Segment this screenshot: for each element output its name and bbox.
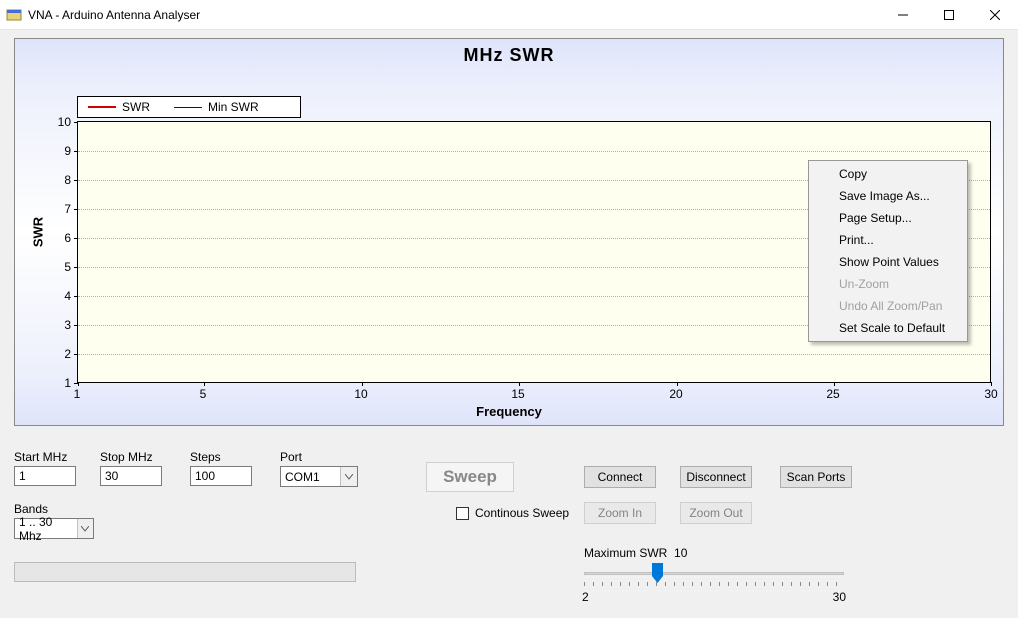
slider-track — [584, 572, 844, 575]
chart-ylabel: SWR — [31, 217, 46, 247]
connect-button[interactable]: Connect — [584, 466, 656, 488]
port-combo[interactable]: COM1 — [280, 466, 358, 487]
zoom-in-button: Zoom In — [584, 502, 656, 524]
label-stop-mhz: Stop MHz — [100, 450, 153, 464]
xtick: 1 — [62, 387, 92, 401]
chart-xlabel: Frequency — [15, 404, 1003, 419]
sweep-button[interactable]: Sweep — [426, 462, 514, 492]
zoom-in-button-label: Zoom In — [598, 506, 642, 520]
ytick: 9 — [47, 144, 71, 158]
ytick: 7 — [47, 202, 71, 216]
bands-combo[interactable]: 1 .. 30 Mhz — [14, 518, 94, 539]
menu-item-save-image[interactable]: Save Image As... — [811, 185, 965, 207]
close-button[interactable] — [972, 0, 1018, 29]
legend-label-swr: SWR — [122, 100, 150, 114]
bands-combo-value: 1 .. 30 Mhz — [19, 515, 77, 543]
menu-item-print[interactable]: Print... — [811, 229, 965, 251]
checkbox-box — [456, 507, 469, 520]
label-port: Port — [280, 450, 302, 464]
slider-max-label: 30 — [833, 590, 846, 604]
chevron-down-icon — [77, 519, 94, 538]
ytick: 6 — [47, 231, 71, 245]
ytick: 10 — [47, 115, 71, 129]
ytick: 5 — [47, 260, 71, 274]
xtick: 5 — [188, 387, 218, 401]
app-icon — [6, 7, 22, 23]
steps-input[interactable] — [190, 466, 252, 486]
disconnect-button[interactable]: Disconnect — [680, 466, 752, 488]
zoom-out-button: Zoom Out — [680, 502, 752, 524]
window-title: VNA - Arduino Antenna Analyser — [28, 8, 880, 22]
legend-label-minswr: Min SWR — [208, 100, 259, 114]
slider-min-label: 2 — [582, 590, 589, 604]
maximize-button[interactable] — [926, 0, 972, 29]
legend-swatch-minswr — [174, 107, 202, 108]
legend-swatch-swr — [88, 106, 116, 108]
connect-button-label: Connect — [598, 470, 643, 484]
continuous-sweep-checkbox[interactable]: Continous Sweep — [456, 506, 569, 520]
xtick: 10 — [346, 387, 376, 401]
menu-item-show-point-values[interactable]: Show Point Values — [811, 251, 965, 273]
ytick: 4 — [47, 289, 71, 303]
scan-ports-button[interactable]: Scan Ports — [780, 466, 852, 488]
xtick: 15 — [503, 387, 533, 401]
port-combo-value: COM1 — [285, 470, 320, 484]
menu-item-set-scale-default[interactable]: Set Scale to Default — [811, 317, 965, 339]
continuous-sweep-label: Continous Sweep — [475, 506, 569, 520]
menu-item-page-setup[interactable]: Page Setup... — [811, 207, 965, 229]
xtick: 30 — [976, 387, 1006, 401]
menu-item-copy[interactable]: Copy — [811, 163, 965, 185]
chart-title: MHz SWR — [15, 45, 1003, 66]
label-max-swr: Maximum SWR 10 — [584, 546, 687, 560]
disconnect-button-label: Disconnect — [686, 470, 745, 484]
menu-item-unzoom: Un-Zoom — [811, 273, 965, 295]
ytick: 3 — [47, 318, 71, 332]
scan-ports-button-label: Scan Ports — [787, 470, 846, 484]
menu-item-undo-zoom-pan: Undo All Zoom/Pan — [811, 295, 965, 317]
chevron-down-icon — [340, 467, 357, 486]
title-bar: VNA - Arduino Antenna Analyser — [0, 0, 1018, 30]
window-buttons — [880, 0, 1018, 29]
ytick: 2 — [47, 347, 71, 361]
chart-context-menu: Copy Save Image As... Page Setup... Prin… — [808, 160, 968, 342]
label-start-mhz: Start MHz — [14, 450, 67, 464]
stop-mhz-input[interactable] — [100, 466, 162, 486]
label-steps: Steps — [190, 450, 221, 464]
max-swr-slider[interactable]: 2 30 — [584, 560, 844, 606]
client-area: MHz SWR SWR Min SWR SWR Frequency 10 9 8… — [0, 30, 1018, 618]
slider-thumb[interactable] — [652, 563, 663, 583]
xtick: 20 — [661, 387, 691, 401]
chart-legend: SWR Min SWR — [77, 96, 301, 118]
zoom-out-button-label: Zoom Out — [689, 506, 742, 520]
minimize-button[interactable] — [880, 0, 926, 29]
xtick: 25 — [818, 387, 848, 401]
start-mhz-input[interactable] — [14, 466, 76, 486]
ytick: 8 — [47, 173, 71, 187]
progress-bar — [14, 562, 356, 582]
sweep-button-label: Sweep — [443, 467, 497, 487]
